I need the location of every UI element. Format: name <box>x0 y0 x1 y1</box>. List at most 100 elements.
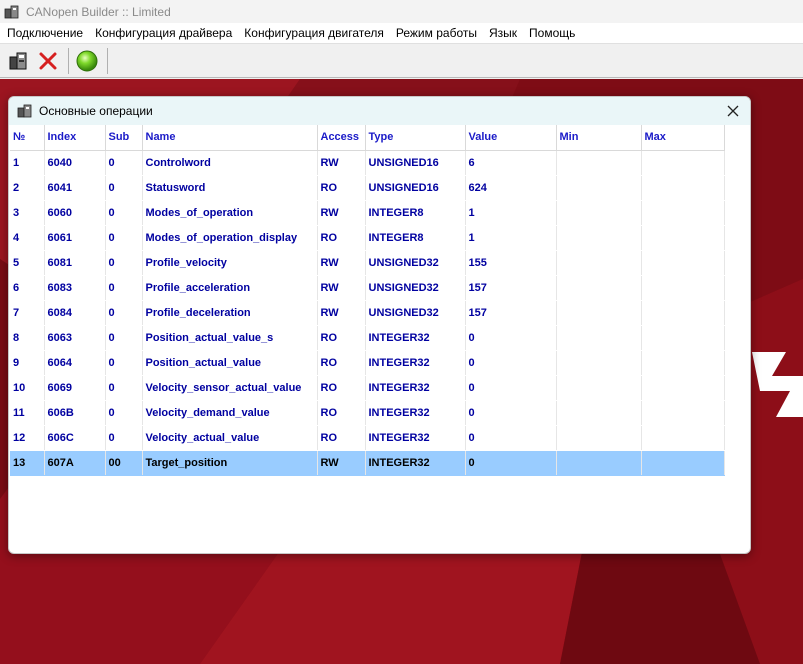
table-cell[interactable] <box>641 250 725 276</box>
table-cell[interactable]: 00 <box>105 450 143 476</box>
table-cell[interactable]: RO <box>317 350 366 376</box>
table-cell[interactable] <box>556 400 642 426</box>
table-cell[interactable]: 607A <box>44 450 106 476</box>
table-cell[interactable]: 6083 <box>44 275 106 301</box>
table-cell[interactable] <box>556 225 642 251</box>
table-cell[interactable] <box>556 350 642 376</box>
table-cell[interactable]: UNSIGNED32 <box>365 250 466 276</box>
column-header[interactable]: Min <box>556 125 642 151</box>
table-cell[interactable]: Velocity_actual_value <box>142 425 318 451</box>
column-header[interactable]: Max <box>641 125 725 151</box>
table-cell[interactable]: 6063 <box>44 325 106 351</box>
table-cell[interactable]: 0 <box>105 200 143 226</box>
table-cell[interactable]: 6040 <box>44 150 106 176</box>
table-row[interactable]: 1 6040 0 Controlword RW UNSIGNED16 6 <box>10 150 725 176</box>
table-cell[interactable]: INTEGER32 <box>365 425 466 451</box>
table-cell[interactable]: Profile_acceleration <box>142 275 318 301</box>
table-cell[interactable] <box>556 375 642 401</box>
table-cell[interactable]: RW <box>317 275 366 301</box>
table-cell[interactable]: 13 <box>10 450 45 476</box>
table-cell[interactable] <box>641 375 725 401</box>
table-cell[interactable]: 606B <box>44 400 106 426</box>
table-cell[interactable]: Position_actual_value <box>142 350 318 376</box>
table-cell[interactable]: RW <box>317 300 366 326</box>
disconnect-button[interactable] <box>34 47 62 75</box>
table-cell[interactable] <box>641 425 725 451</box>
table-cell[interactable] <box>556 325 642 351</box>
table-cell[interactable]: 0 <box>465 325 557 351</box>
table-cell[interactable] <box>641 275 725 301</box>
table-cell[interactable]: 8 <box>10 325 45 351</box>
table-cell[interactable]: 155 <box>465 250 557 276</box>
table-cell[interactable]: 11 <box>10 400 45 426</box>
table-cell[interactable] <box>641 225 725 251</box>
table-cell[interactable]: INTEGER32 <box>365 350 466 376</box>
table-cell[interactable]: 624 <box>465 175 557 201</box>
table-cell[interactable]: UNSIGNED16 <box>365 150 466 176</box>
table-cell[interactable] <box>556 175 642 201</box>
table-cell[interactable]: 4 <box>10 225 45 251</box>
table-cell[interactable]: INTEGER32 <box>365 325 466 351</box>
table-cell[interactable]: 1 <box>10 150 45 176</box>
table-cell[interactable]: 6084 <box>44 300 106 326</box>
table-cell[interactable]: 6 <box>10 275 45 301</box>
table-cell[interactable]: 606C <box>44 425 106 451</box>
table-cell[interactable] <box>641 350 725 376</box>
table-cell[interactable]: 6069 <box>44 375 106 401</box>
menu-item-3[interactable]: Конфигурация двигателя <box>238 23 390 43</box>
table-cell[interactable]: 6061 <box>44 225 106 251</box>
menu-item-2[interactable]: Конфигурация драйвера <box>89 23 238 43</box>
table-cell[interactable] <box>556 300 642 326</box>
status-button[interactable] <box>73 47 101 75</box>
table-cell[interactable]: UNSIGNED32 <box>365 300 466 326</box>
table-cell[interactable] <box>641 150 725 176</box>
table-cell[interactable]: UNSIGNED16 <box>365 175 466 201</box>
table-cell[interactable]: RW <box>317 200 366 226</box>
table-cell[interactable]: Target_position <box>142 450 318 476</box>
table-row[interactable]: 3 6060 0 Modes_of_operation RW INTEGER8 1 <box>10 200 725 226</box>
table-cell[interactable]: INTEGER8 <box>365 200 466 226</box>
table-cell[interactable]: RO <box>317 225 366 251</box>
column-header[interactable]: Index <box>44 125 106 151</box>
table-cell[interactable]: RO <box>317 400 366 426</box>
connect-button[interactable] <box>4 47 32 75</box>
table-cell[interactable]: 10 <box>10 375 45 401</box>
table-row[interactable]: 8 6063 0 Position_actual_value_s RO INTEGER32… <box>10 325 725 351</box>
table-cell[interactable]: 0 <box>465 450 557 476</box>
table-cell[interactable]: 0 <box>105 300 143 326</box>
close-button[interactable] <box>722 100 744 122</box>
column-header[interactable]: Name <box>142 125 318 151</box>
column-header[interactable]: Type <box>365 125 466 151</box>
table-cell[interactable]: RO <box>317 175 366 201</box>
table-cell[interactable] <box>641 450 725 476</box>
table-cell[interactable]: UNSIGNED32 <box>365 275 466 301</box>
table-row[interactable]: 9 6064 0 Position_actual_value RO INTEGER32 0 <box>10 350 725 376</box>
table-cell[interactable]: 0 <box>105 275 143 301</box>
menu-item-6[interactable]: Помощь <box>523 23 581 43</box>
table-cell[interactable]: Profile_deceleration <box>142 300 318 326</box>
table-cell[interactable]: 0 <box>105 150 143 176</box>
table-cell[interactable]: 0 <box>465 425 557 451</box>
table-row[interactable]: 4 6061 0 Modes_of_operation_display RO INTEGE… <box>10 225 725 251</box>
table-cell[interactable]: 0 <box>105 250 143 276</box>
table-cell[interactable] <box>556 275 642 301</box>
table-cell[interactable]: 1 <box>465 225 557 251</box>
table-row[interactable]: 7 6084 0 Profile_deceleration RW UNSIGNED32 15… <box>10 300 725 326</box>
table-cell[interactable]: 7 <box>10 300 45 326</box>
column-header[interactable]: Value <box>465 125 557 151</box>
table-cell[interactable]: 1 <box>465 200 557 226</box>
table-cell[interactable]: 157 <box>465 300 557 326</box>
column-header[interactable]: № <box>10 125 45 151</box>
table-row[interactable]: 12 606C 0 Velocity_actual_value RO INTEGER32 0 <box>10 425 725 451</box>
table-cell[interactable]: Position_actual_value_s <box>142 325 318 351</box>
menu-item-4[interactable]: Режим работы <box>390 23 483 43</box>
table-cell[interactable]: RO <box>317 425 366 451</box>
table-cell[interactable]: 6081 <box>44 250 106 276</box>
table-row[interactable]: 10 6069 0 Velocity_sensor_actual_value RO INT… <box>10 375 725 401</box>
menu-item-5[interactable]: Язык <box>483 23 523 43</box>
table-cell[interactable]: Modes_of_operation_display <box>142 225 318 251</box>
table-row[interactable]: 11 606B 0 Velocity_demand_value RO INTEGER32 0 <box>10 400 725 426</box>
table-cell[interactable]: 157 <box>465 275 557 301</box>
table-cell[interactable]: Velocity_demand_value <box>142 400 318 426</box>
table-cell[interactable]: 6060 <box>44 200 106 226</box>
